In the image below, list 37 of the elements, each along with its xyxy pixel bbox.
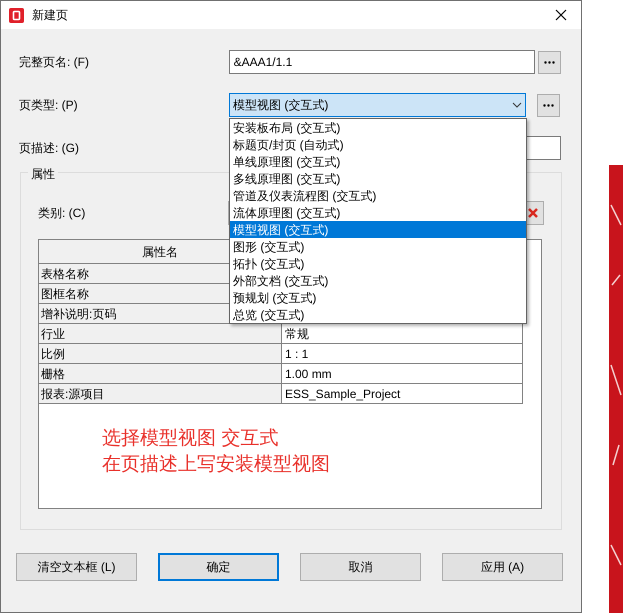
table-cell: 比例 [39,344,282,364]
field-label: 类别: (C) [38,205,86,222]
dropdown-option[interactable]: 流体原理图 (交互式) [230,204,526,221]
dropdown-option[interactable]: 管道及仪表流程图 (交互式) [230,187,526,204]
window-title: 新建页 [32,7,68,24]
field-label: 完整页名: (F) [19,54,90,71]
browse-button[interactable] [538,50,561,74]
page-type-select[interactable]: 模型视图 (交互式) [229,93,526,117]
dialog-button[interactable]: 清空文本框 (L) [16,553,137,581]
dropdown-option[interactable]: 标题页/封页 (自动式) [230,136,526,153]
dialog-button[interactable]: 确定 [158,553,279,581]
table-cell: 1.00 mm [282,364,523,384]
dropdown-option[interactable]: 安装板布局 (交互式) [230,119,526,136]
field-label: 页类型: (P) [19,97,79,114]
dialog-button[interactable]: 取消 [300,553,421,581]
dropdown-option[interactable]: 多线原理图 (交互式) [230,170,526,187]
text-field[interactable]: &AAA1/1.1 [228,50,535,74]
table-cell: 常规 [282,324,523,344]
table-cell: 栅格 [39,364,282,384]
table-cell: 1 : 1 [282,344,523,364]
dropdown-option[interactable]: 单线原理图 (交互式) [230,153,526,170]
browse-button[interactable] [537,94,560,116]
table-cell: 行业 [39,324,282,344]
delete-icon [528,208,538,218]
dropdown-option[interactable]: 模型视图 (交互式) [230,221,526,238]
table-cell: ESS_Sample_Project [282,384,523,404]
more-icon [543,104,554,106]
annotation-text: 在页描述上写安装模型视图 [102,453,331,477]
app-logo-icon [9,8,24,22]
close-icon[interactable] [555,9,567,21]
more-icon [544,60,555,64]
group-title: 属性 [28,165,58,183]
dialog-button[interactable]: 应用 (A) [442,553,563,581]
table-cell: 报表:源项目 [39,384,282,404]
field-label: 页描述: (G) [19,140,80,157]
annotation-text: 选择模型视图 交互式 [102,427,280,451]
chevron-down-icon [512,102,522,108]
